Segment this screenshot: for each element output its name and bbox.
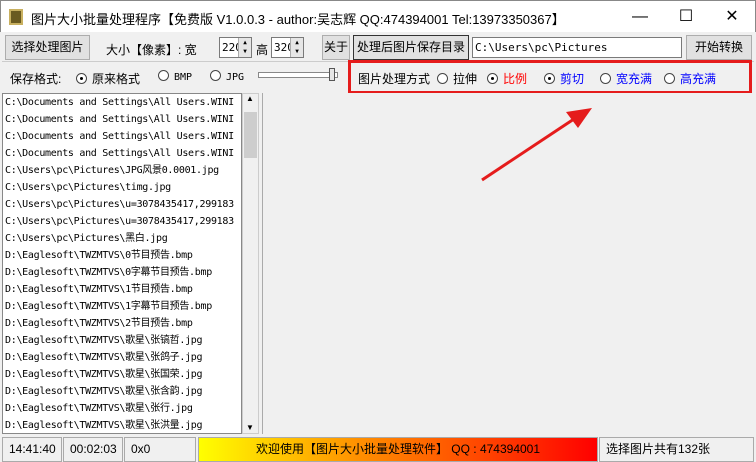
list-item[interactable]: C:\Users\pc\Pictures\JPG风景0.0001.jpg [3, 162, 241, 179]
list-item[interactable]: D:\Eaglesoft\TWZMTVS\歌星\张行.jpg [3, 400, 241, 417]
list-item[interactable]: D:\Eaglesoft\TWZMTVS\歌星\张洪量.jpg [3, 417, 241, 433]
app-icon [9, 9, 23, 25]
maximize-button[interactable]: ☐ [663, 1, 709, 33]
slider-thumb[interactable] [329, 68, 335, 81]
width-input[interactable]: 220 ▲ ▼ [219, 37, 252, 58]
list-item[interactable]: D:\Eaglesoft\TWZMTVS\0字幕节目预告.bmp [3, 264, 241, 281]
height-label: 高 [256, 43, 269, 57]
list-item[interactable]: D:\Eaglesoft\TWZMTVS\2节目预告.bmp [3, 315, 241, 332]
radio-icon [600, 73, 611, 84]
start-button[interactable]: 开始转换 [686, 35, 752, 60]
list-item[interactable]: D:\Eaglesoft\TWZMTVS\歌星\张镐哲.jpg [3, 332, 241, 349]
status-elapsed: 00:02:03 [63, 437, 123, 462]
radio-icon [664, 73, 675, 84]
method-text: 高充满 [680, 72, 717, 86]
annotation-arrow-icon [481, 108, 592, 182]
list-item[interactable]: C:\Users\pc\Pictures\u=3078435417,299183 [3, 213, 241, 230]
size-label: 大小【像素】: 宽 [106, 43, 197, 57]
method-label: 图片处理方式 [358, 72, 431, 86]
list-item[interactable]: C:\Documents and Settings\All Users.WINI [3, 111, 241, 128]
list-item[interactable]: D:\Eaglesoft\TWZMTVS\歌星\张含韵.jpg [3, 383, 241, 400]
list-item[interactable]: D:\Eaglesoft\TWZMTVS\歌星\张鸽子.jpg [3, 349, 241, 366]
status-count: 选择图片共有132张 [599, 437, 754, 462]
format-label: BMP [174, 72, 193, 83]
spin-arrows-icon[interactable]: ▲ ▼ [290, 38, 303, 57]
list-item[interactable]: C:\Documents and Settings\All Users.WINI [3, 128, 241, 145]
list-item[interactable]: C:\Documents and Settings\All Users.WINI [3, 145, 241, 162]
method-fill-height[interactable]: 高充满 [664, 70, 716, 87]
file-list[interactable]: C:\Documents and Settings\All Users.WINI… [2, 93, 242, 434]
radio-icon [487, 73, 498, 84]
radio-icon [76, 73, 87, 84]
radio-icon [437, 73, 448, 84]
method-ratio[interactable]: 比例 [487, 70, 527, 87]
select-images-button[interactable]: 选择处理图片 [5, 35, 90, 60]
output-dir-input[interactable]: C:\Users\pc\Pictures [472, 37, 682, 58]
format-original[interactable]: 原来格式 [76, 70, 140, 87]
minimize-button[interactable]: — [617, 1, 663, 33]
save-format-label: 保存格式: [10, 72, 62, 86]
scroll-down-icon[interactable]: ▼ [246, 423, 254, 432]
status-dims: 0x0 [124, 437, 196, 462]
scroll-up-icon[interactable]: ▲ [246, 94, 254, 103]
method-crop[interactable]: 剪切 [544, 70, 584, 87]
scrollbar-thumb[interactable] [244, 112, 257, 158]
close-button[interactable]: ✕ [709, 1, 755, 33]
output-dir-button[interactable]: 处理后图片保存目录 [353, 35, 469, 60]
status-banner: 欢迎使用【图片大小批量处理软件】 QQ : 474394001 [198, 437, 598, 462]
method-text: 比例 [503, 72, 528, 86]
quality-slider[interactable] [258, 68, 338, 81]
format-bmp[interactable]: BMP [158, 70, 192, 83]
method-fill-width[interactable]: 宽充满 [600, 70, 652, 87]
list-scrollbar[interactable]: ▲ ▼ [242, 93, 259, 434]
method-text: 拉伸 [453, 72, 478, 86]
method-text: 剪切 [560, 72, 585, 86]
radio-icon [210, 70, 221, 81]
title-bar: 图片大小批量处理程序【免费版 V1.0.0.3 - author:吴志辉 QQ:… [0, 0, 756, 32]
method-stretch[interactable]: 拉伸 [437, 70, 477, 87]
list-item[interactable]: C:\Users\pc\Pictures\timg.jpg [3, 179, 241, 196]
status-time: 14:41:40 [2, 437, 62, 462]
list-item[interactable]: D:\Eaglesoft\TWZMTVS\0节目预告.bmp [3, 247, 241, 264]
format-jpg[interactable]: JPG [210, 70, 244, 83]
spin-arrows-icon[interactable]: ▲ ▼ [238, 38, 251, 57]
list-item[interactable]: C:\Documents and Settings\All Users.WINI [3, 94, 241, 111]
format-label: JPG [226, 72, 245, 83]
method-text: 宽充满 [616, 72, 653, 86]
list-item[interactable]: C:\Users\pc\Pictures\黑白.jpg [3, 230, 241, 247]
radio-icon [158, 70, 169, 81]
radio-icon [544, 73, 555, 84]
list-item[interactable]: C:\Users\pc\Pictures\u=3078435417,299183 [3, 196, 241, 213]
height-input[interactable]: 320 ▲ ▼ [271, 37, 304, 58]
list-item[interactable]: D:\Eaglesoft\TWZMTVS\1字幕节目预告.bmp [3, 298, 241, 315]
about-button[interactable]: 关于 [322, 35, 350, 60]
list-item[interactable]: D:\Eaglesoft\TWZMTVS\歌星\张国荣.jpg [3, 366, 241, 383]
list-item[interactable]: D:\Eaglesoft\TWZMTVS\1节目预告.bmp [3, 281, 241, 298]
window-title: 图片大小批量处理程序【免费版 V1.0.0.3 - author:吴志辉 QQ:… [31, 12, 565, 27]
format-label: 原来格式 [92, 72, 141, 86]
